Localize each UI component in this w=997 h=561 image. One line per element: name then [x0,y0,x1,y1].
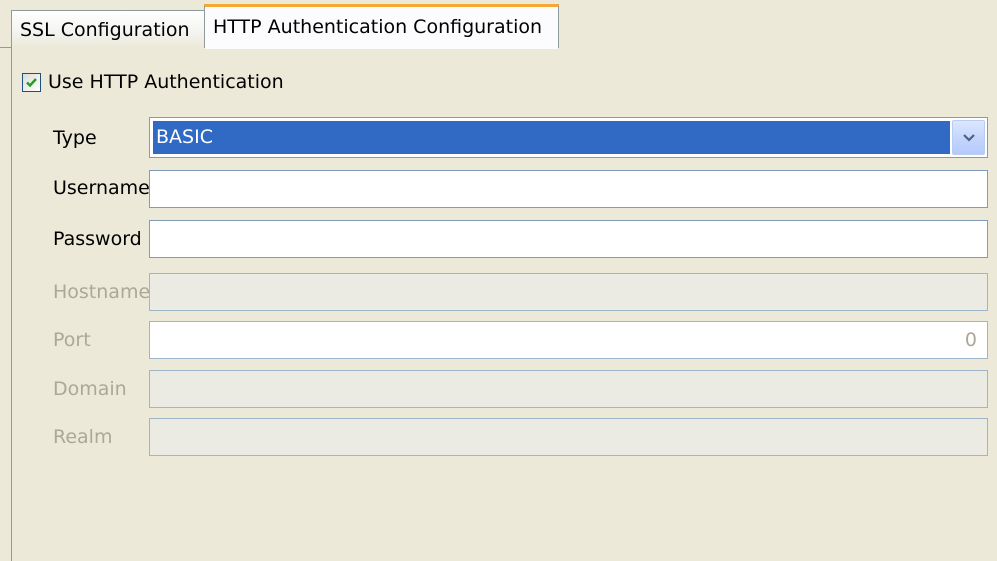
password-input[interactable] [149,220,988,258]
use-http-authentication-checkbox[interactable] [22,73,41,92]
domain-input [149,370,988,408]
chevron-down-icon [963,134,975,142]
type-label: Type [53,127,97,149]
port-label: Port [53,329,91,351]
realm-input [149,418,988,456]
domain-label: Domain [53,378,127,400]
hostname-label: Hostname [53,281,151,303]
username-label: Username [53,177,150,199]
realm-label: Realm [53,426,113,448]
tab-http-authentication-configuration[interactable]: HTTP Authentication Configuration [204,4,559,49]
username-input[interactable] [149,170,988,208]
hostname-input [149,273,988,311]
use-http-authentication-label[interactable]: Use HTTP Authentication [48,68,284,96]
tab-ssl-configuration-label: SSL Configuration [20,19,190,41]
type-select[interactable]: BASIC [149,117,988,158]
type-select-value: BASIC [153,121,950,154]
tab-ssl-configuration[interactable]: SSL Configuration [11,10,205,48]
password-label: Password [53,228,142,250]
tab-http-authentication-configuration-label: HTTP Authentication Configuration [213,16,543,38]
tab-strip: SSL Configuration HTTP Authentication Co… [0,0,997,49]
check-icon [26,78,37,88]
port-input: 0 [149,321,988,359]
type-dropdown-button[interactable] [952,120,985,155]
